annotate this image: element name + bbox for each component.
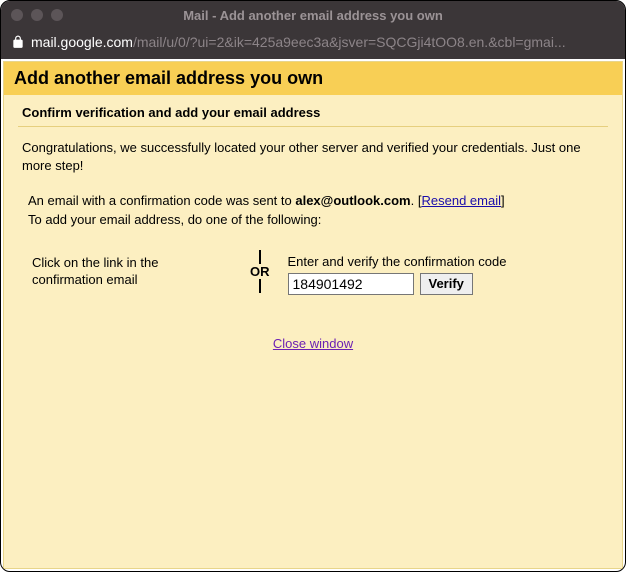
confirm-dot: . [411, 193, 418, 208]
or-label: OR [250, 264, 270, 279]
subheading: Confirm verification and add your email … [4, 95, 622, 126]
or-bar-bottom [259, 279, 261, 293]
window-titlebar: Mail - Add another email address you own [1, 1, 625, 29]
window-title: Mail - Add another email address you own [1, 8, 625, 23]
close-window-link[interactable]: Close window [273, 336, 353, 351]
congrats-text: Congratulations, we successfully located… [4, 127, 622, 182]
instructions-line2: To add your email address, do one of the… [28, 212, 321, 227]
options-row: Click on the link in the confirmation em… [4, 234, 622, 305]
confirm-email: alex@outlook.com [295, 193, 410, 208]
page-content: Add another email address you own Confir… [3, 61, 623, 569]
address-bar[interactable]: mail.google.com/mail/u/0/?ui=2&ik=425a9e… [1, 29, 625, 59]
verify-button[interactable]: Verify [420, 273, 473, 295]
right-option-label: Enter and verify the confirmation code [288, 254, 599, 269]
lock-icon [11, 35, 25, 49]
confirm-prefix: An email with a confirmation code was se… [28, 193, 295, 208]
resend-email-link[interactable]: Resend email [421, 193, 501, 208]
browser-window: Mail - Add another email address you own… [0, 0, 626, 572]
confirmation-block: An email with a confirmation code was se… [4, 182, 622, 234]
option-right: Enter and verify the confirmation code V… [278, 254, 599, 295]
page-title: Add another email address you own [4, 62, 622, 95]
option-left: Click on the link in the confirmation em… [32, 254, 242, 289]
close-row: Close window [4, 305, 622, 353]
or-bar-top [259, 250, 261, 264]
url-text: mail.google.com/mail/u/0/?ui=2&ik=425a9e… [31, 34, 566, 50]
or-separator: OR [242, 250, 278, 293]
url-domain: mail.google.com [31, 34, 133, 50]
url-path: /mail/u/0/?ui=2&ik=425a9eec3a&jsver=SQCG… [133, 34, 566, 50]
verify-row: Verify [288, 273, 599, 295]
confirmation-code-input[interactable] [288, 273, 414, 295]
